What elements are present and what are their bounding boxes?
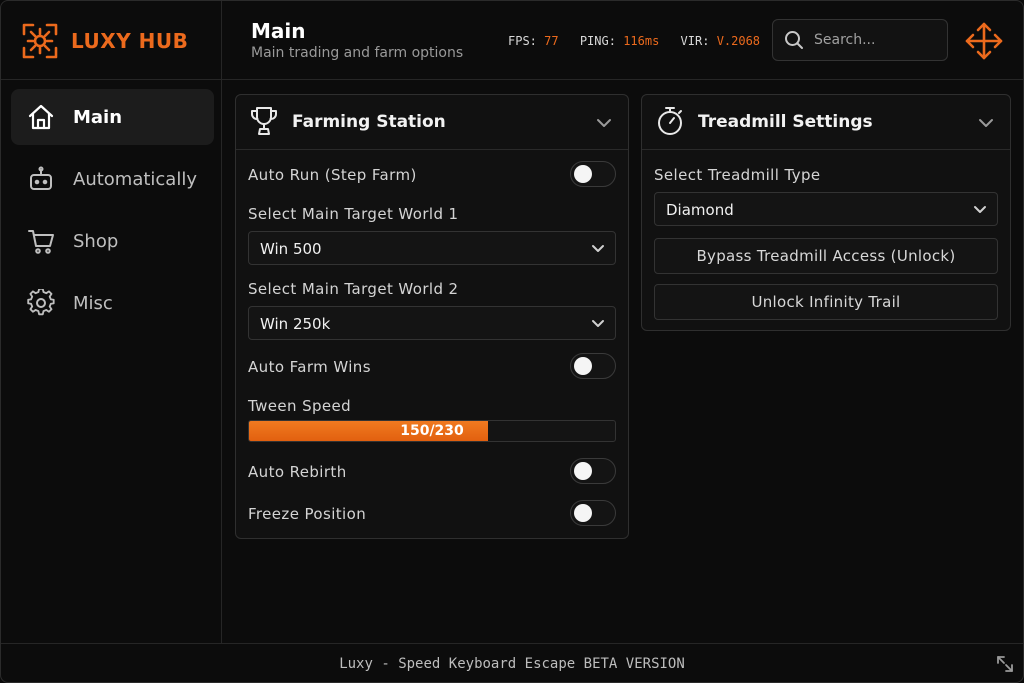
tween-speed-value: 150/230 bbox=[400, 423, 464, 439]
treadmill-settings-header[interactable]: Treadmill Settings bbox=[642, 95, 1010, 150]
logo-icon bbox=[22, 23, 58, 59]
sidebar-item-automatically[interactable]: Automatically bbox=[11, 151, 214, 207]
treadmill-settings-panel: Treadmill Settings Select Treadmill Type… bbox=[641, 94, 1011, 331]
world1-value: Win 500 bbox=[260, 240, 322, 258]
bypass-treadmill-button[interactable]: Bypass Treadmill Access (Unlock) bbox=[654, 238, 998, 274]
chevron-down-icon[interactable] bbox=[976, 113, 996, 133]
farming-station-header[interactable]: Farming Station bbox=[236, 95, 628, 150]
stopwatch-icon bbox=[654, 105, 686, 137]
sidebar-divider bbox=[1, 79, 221, 80]
search-icon bbox=[785, 31, 803, 49]
auto-farm-wins-label: Auto Farm Wins bbox=[248, 358, 371, 376]
sidebar-item-misc[interactable]: Misc bbox=[11, 275, 214, 331]
toggle-knob bbox=[574, 504, 592, 522]
app-name: LUXY HUB bbox=[71, 29, 189, 53]
ping-value: 116ms bbox=[623, 34, 660, 48]
farming-station-title: Farming Station bbox=[292, 112, 446, 132]
sidebar-item-label: Misc bbox=[73, 292, 113, 314]
ping-label: PING: bbox=[579, 34, 616, 48]
freeze-position-toggle[interactable] bbox=[570, 500, 616, 526]
auto-run-toggle[interactable] bbox=[570, 161, 616, 187]
world2-label: Select Main Target World 2 bbox=[248, 280, 459, 298]
logo: LUXY HUB bbox=[21, 19, 188, 63]
chevron-down-icon bbox=[974, 206, 986, 213]
page-subtitle: Main trading and farm options bbox=[251, 45, 464, 61]
vir-label: VIR: bbox=[680, 34, 710, 48]
sidebar-item-label: Main bbox=[73, 106, 123, 128]
toggle-knob bbox=[574, 357, 592, 375]
vir-value: V.2068 bbox=[716, 34, 761, 48]
freeze-position-label: Freeze Position bbox=[248, 505, 367, 523]
farming-station-panel: Farming Station Auto Run (Step Farm) Sel… bbox=[235, 94, 629, 539]
search-input[interactable] bbox=[812, 31, 946, 49]
toggle-knob bbox=[574, 462, 592, 480]
resize-icon[interactable] bbox=[995, 654, 1015, 674]
trophy-icon bbox=[248, 105, 280, 137]
robot-icon bbox=[27, 165, 55, 193]
cart-icon bbox=[27, 227, 55, 255]
app-window: LUXY HUB Main Automatically Shop Misc Ma… bbox=[0, 0, 1024, 683]
treadmill-settings-title: Treadmill Settings bbox=[698, 112, 873, 132]
footer-text: Luxy - Speed Keyboard Escape BETA VERSIO… bbox=[339, 656, 685, 672]
toggle-knob bbox=[574, 165, 592, 183]
sidebar-item-label: Automatically bbox=[73, 168, 197, 190]
tween-speed-slider[interactable]: 150/230 bbox=[248, 420, 616, 442]
auto-rebirth-toggle[interactable] bbox=[570, 458, 616, 484]
search-box[interactable] bbox=[772, 19, 948, 61]
chevron-down-icon bbox=[592, 320, 604, 327]
world2-select[interactable]: Win 250k bbox=[248, 306, 616, 340]
footer: Luxy - Speed Keyboard Escape BETA VERSIO… bbox=[1, 643, 1023, 682]
gear-icon bbox=[27, 289, 55, 317]
world1-select[interactable]: Win 500 bbox=[248, 231, 616, 265]
sidebar-item-shop[interactable]: Shop bbox=[11, 213, 214, 269]
treadmill-type-select[interactable]: Diamond bbox=[654, 192, 998, 226]
tween-speed-label: Tween Speed bbox=[248, 397, 352, 415]
stats-bar: FPS: 77 PING: 116ms VIR: V.2068 bbox=[508, 34, 760, 48]
fps-label: FPS: bbox=[508, 34, 537, 48]
sidebar-item-label: Shop bbox=[73, 230, 119, 252]
page-title: Main bbox=[251, 19, 306, 43]
world1-label: Select Main Target World 1 bbox=[248, 205, 459, 223]
chevron-down-icon[interactable] bbox=[594, 113, 614, 133]
sidebar-item-main[interactable]: Main bbox=[11, 89, 214, 145]
treadmill-type-value: Diamond bbox=[666, 201, 734, 219]
world2-value: Win 250k bbox=[260, 315, 331, 333]
treadmill-type-label: Select Treadmill Type bbox=[654, 166, 821, 184]
sidebar-nav: Main Automatically Shop Misc bbox=[11, 89, 214, 337]
auto-rebirth-label: Auto Rebirth bbox=[248, 463, 347, 481]
home-icon bbox=[27, 103, 55, 131]
sidebar: LUXY HUB Main Automatically Shop Misc bbox=[1, 1, 222, 643]
fps-value: 77 bbox=[544, 34, 559, 48]
chevron-down-icon bbox=[592, 245, 604, 252]
move-icon[interactable] bbox=[964, 21, 1004, 61]
unlock-infinity-trail-button[interactable]: Unlock Infinity Trail bbox=[654, 284, 998, 320]
header: Main Main trading and farm options FPS: … bbox=[222, 1, 1023, 80]
auto-farm-wins-toggle[interactable] bbox=[570, 353, 616, 379]
auto-run-label: Auto Run (Step Farm) bbox=[248, 166, 417, 184]
